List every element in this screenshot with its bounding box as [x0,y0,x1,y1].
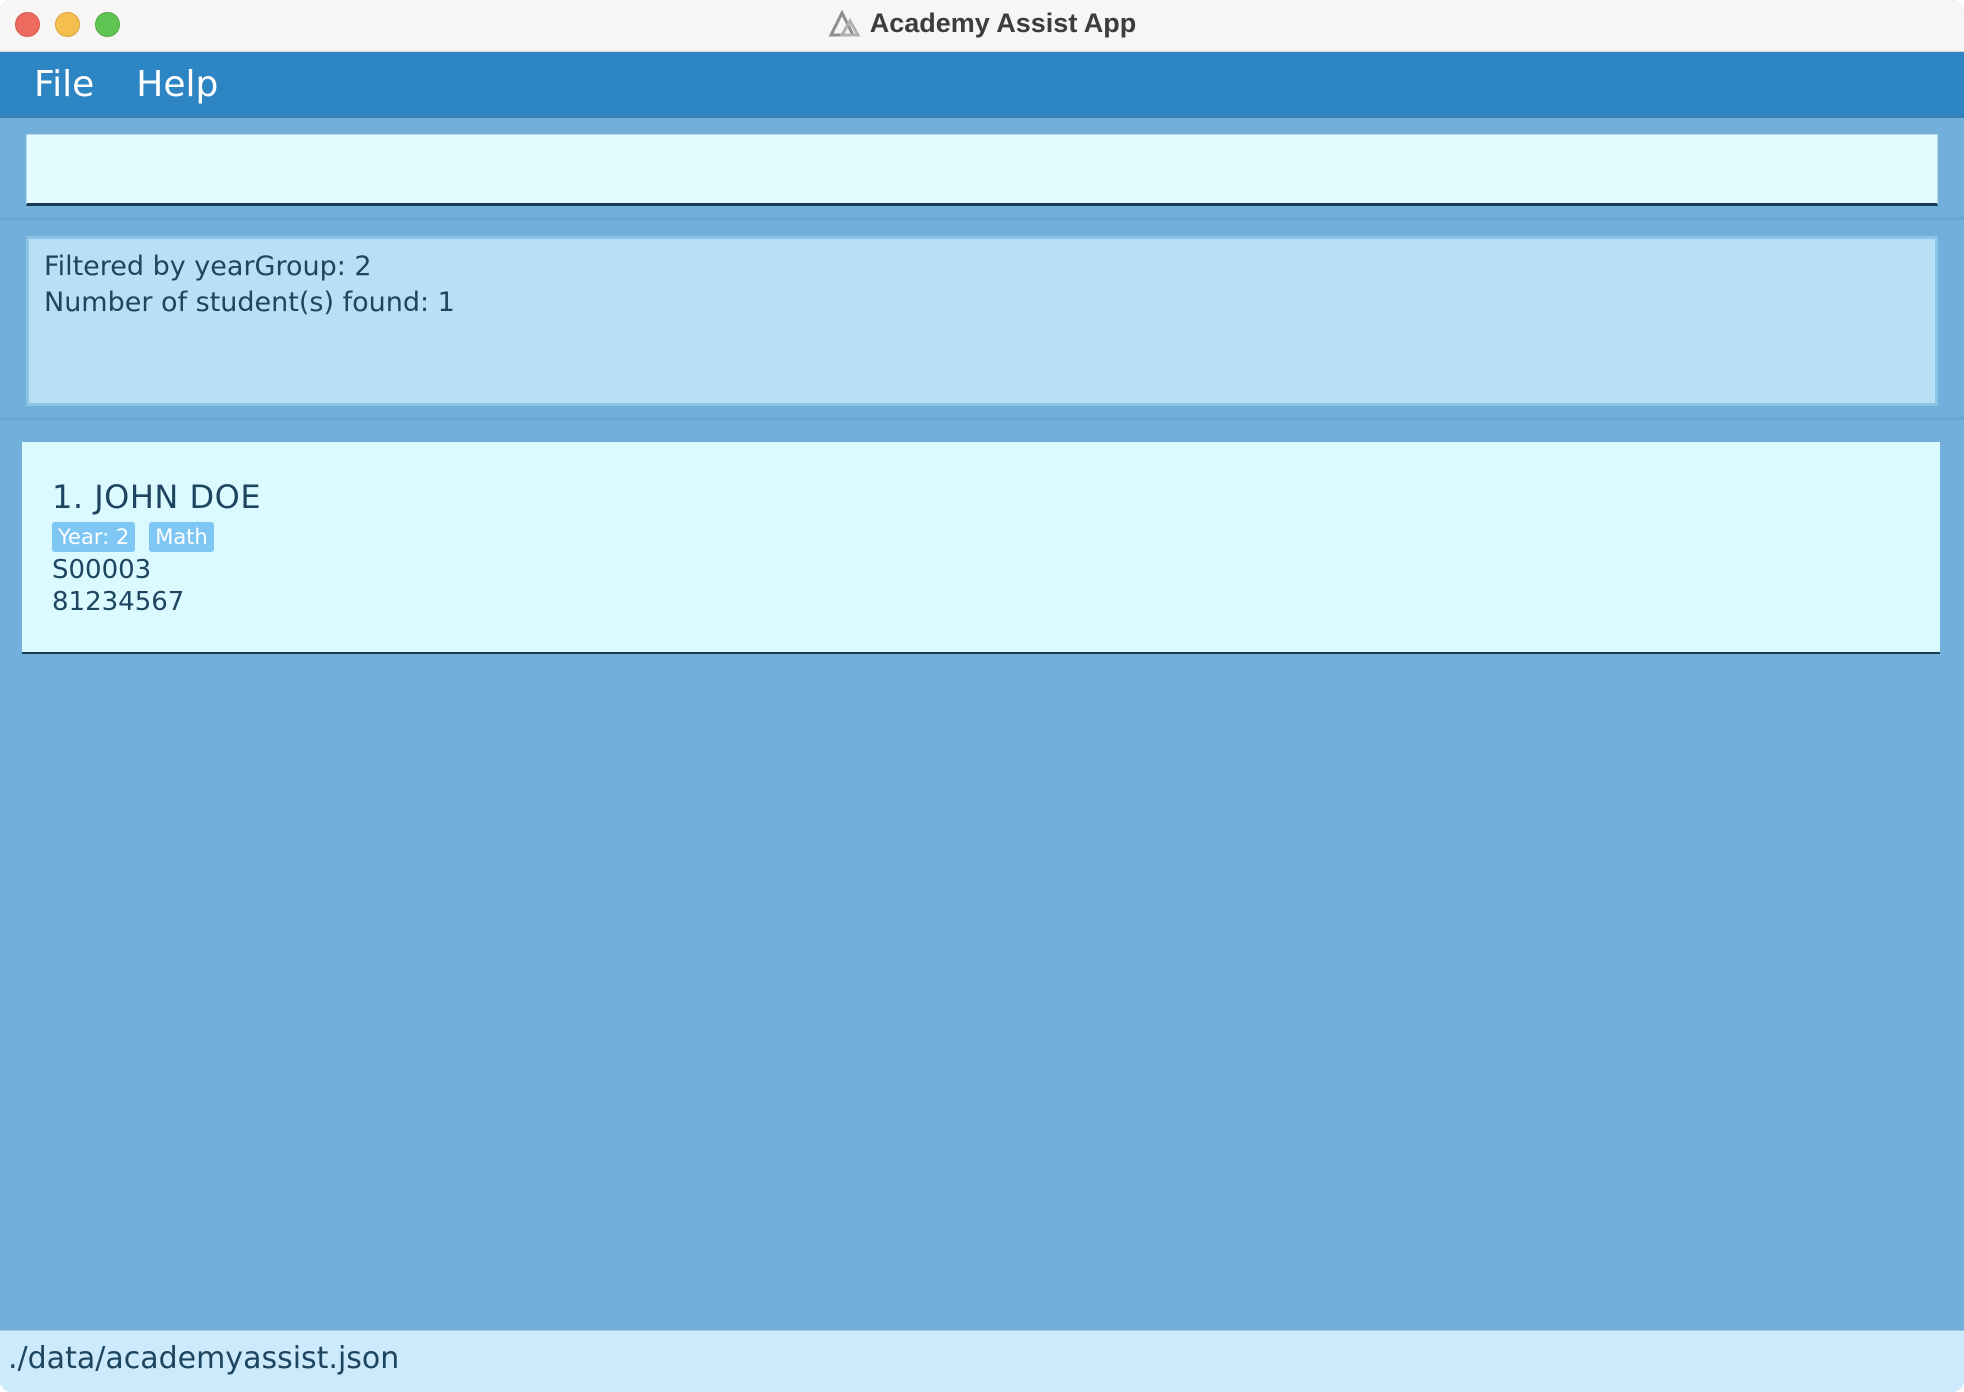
student-card[interactable]: 1. JOHN DOE Year: 2 Math S00003 81234567 [22,442,1940,654]
title-bar: Academy Assist App [0,0,1964,52]
result-display-panel: Filtered by yearGroup: 2 Number of stude… [0,222,1964,420]
menu-bar: File Help [0,52,1964,118]
student-list-panel: 1. JOHN DOE Year: 2 Math S00003 81234567 [0,422,1964,1330]
app-logo-icon [828,9,860,37]
menu-help[interactable]: Help [136,64,218,105]
student-tags: Year: 2 Math [52,522,1910,552]
app-window: Academy Assist App File Help Filtered by… [0,0,1964,1392]
result-display: Filtered by yearGroup: 2 Number of stude… [26,236,1938,406]
data-file-path: ./data/academyassist.json [8,1341,400,1376]
tag-subject: Math [149,522,214,552]
command-input[interactable] [26,134,1938,206]
command-box-panel [0,118,1964,220]
result-line-filter: Filtered by yearGroup: 2 [44,251,372,282]
window-title: Academy Assist App [869,7,1137,38]
result-line-count: Number of student(s) found: 1 [44,287,455,318]
status-bar: ./data/academyassist.json [0,1330,1964,1392]
window-title-group: Academy Assist App [0,0,1964,46]
student-name: 1. JOHN DOE [52,478,262,516]
student-id: S00003 [52,555,152,585]
menu-file[interactable]: File [34,64,94,105]
tag-year: Year: 2 [52,522,136,552]
student-phone: 81234567 [52,587,185,617]
